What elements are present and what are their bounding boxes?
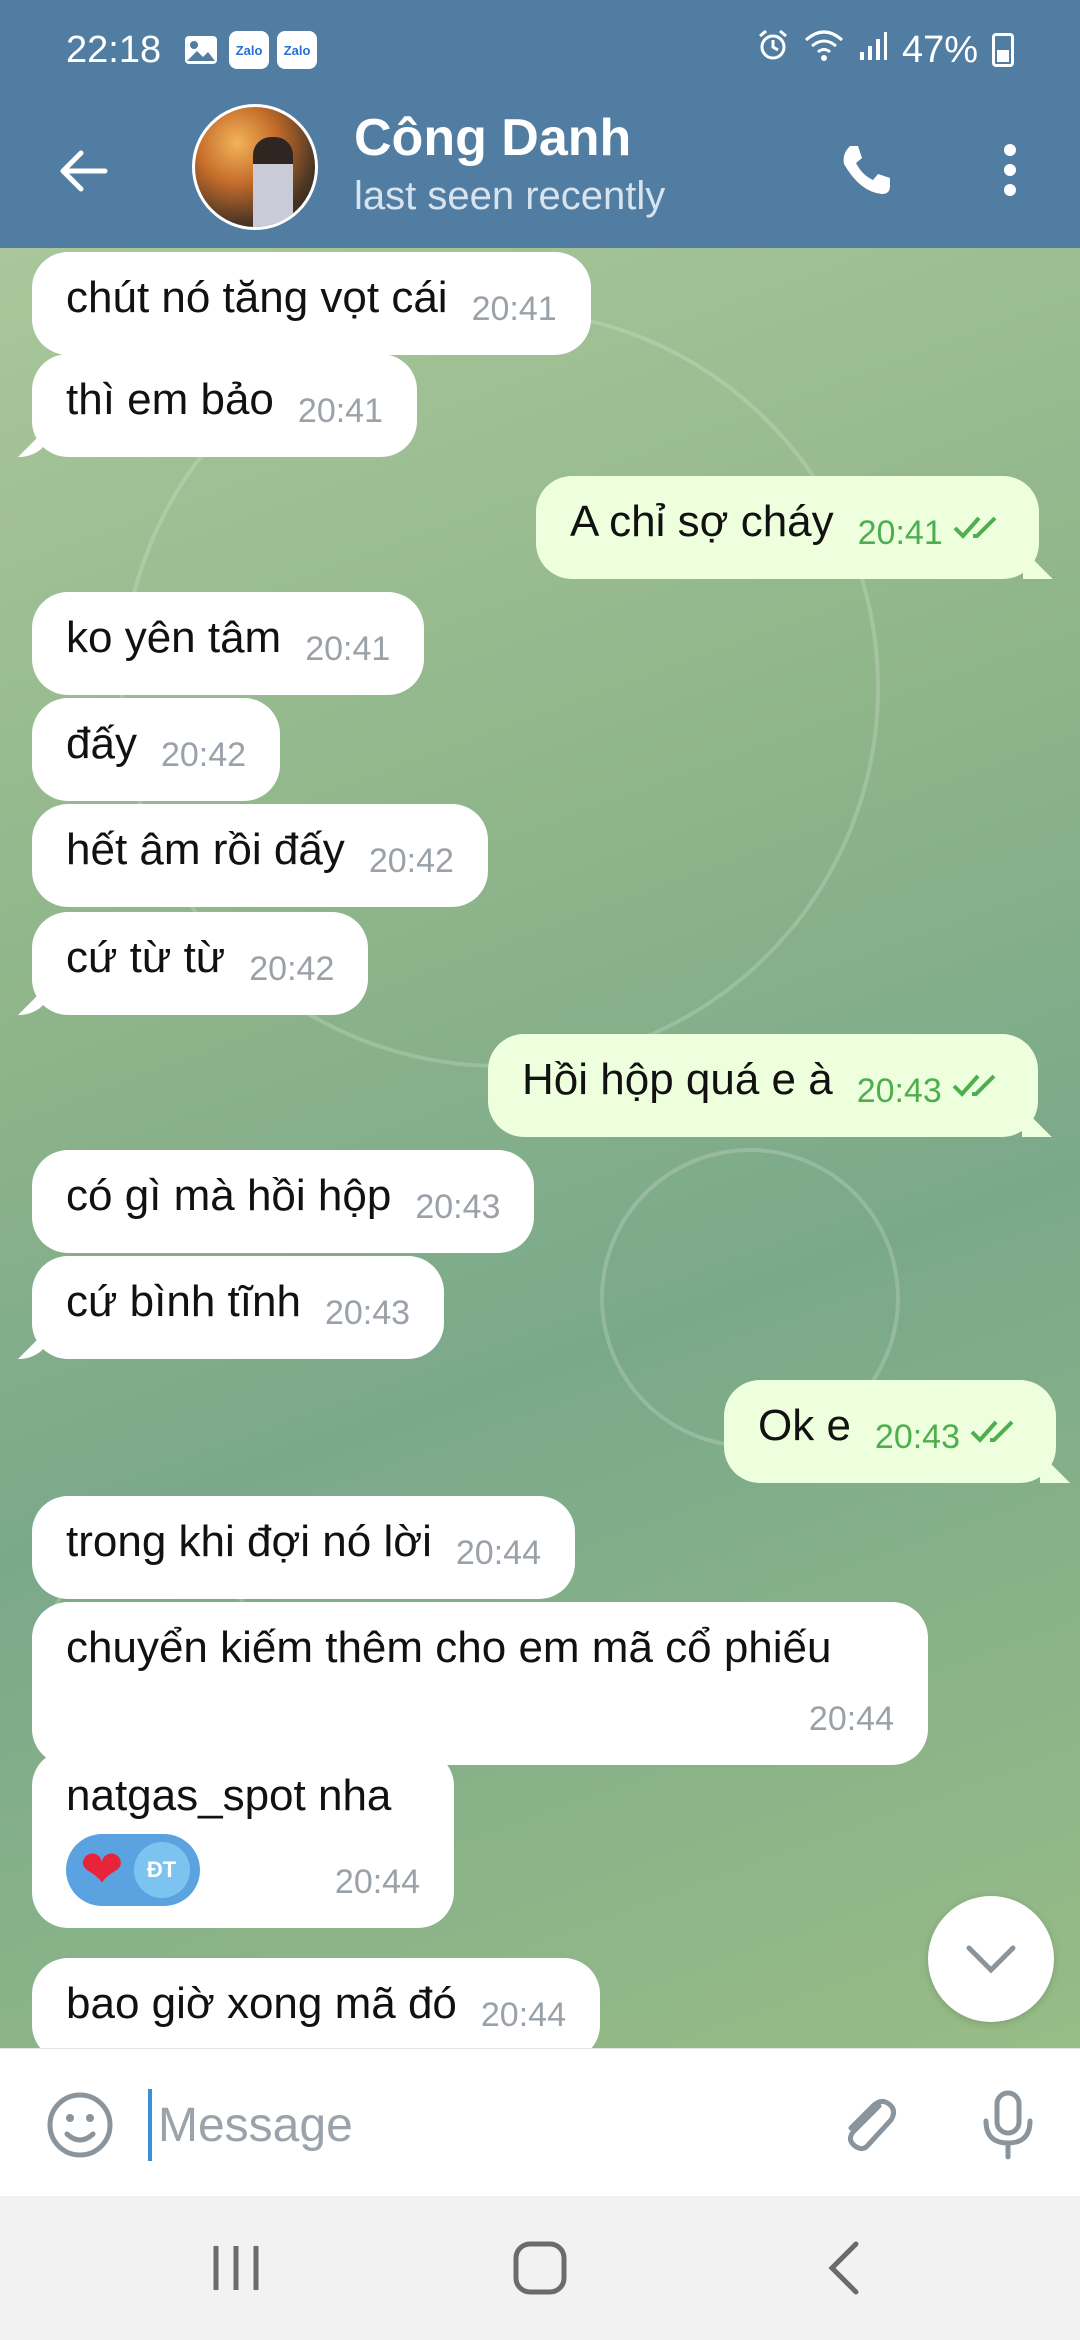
message-text: bao giờ xong mã đó: [66, 1979, 457, 2028]
message-text: cứ từ từ: [66, 933, 226, 982]
chat-header: Công Danh last seen recently: [0, 100, 1080, 248]
scroll-to-bottom-button[interactable]: [928, 1896, 1054, 2022]
message-time: 20:42: [249, 950, 335, 988]
message-time: 20:44: [480, 1996, 566, 2034]
message-text: thì em bảo: [66, 375, 274, 424]
message-time: 20:43: [874, 1418, 961, 1456]
message-text: hết âm rồi đấy: [66, 825, 345, 874]
message-bubble-incoming[interactable]: hết âm rồi đấy 20:42: [32, 804, 488, 907]
reactor-avatar: ĐT: [133, 1842, 190, 1898]
message-bubble-incoming[interactable]: bao giờ xong mã đó 20:44: [32, 1958, 600, 2048]
message-time: 20:44: [334, 1863, 420, 1901]
reaction-badge[interactable]: ❤ ĐT: [66, 1834, 200, 1906]
image-icon: [183, 32, 219, 68]
message-bubble-incoming[interactable]: đấy 20:42: [32, 698, 281, 801]
message-bubble-incoming[interactable]: natgas_spot nha ❤ ĐT 20:44: [32, 1750, 454, 1928]
message-text: natgas_spot nha: [66, 1771, 392, 1820]
message-text: cứ bình tĩnh: [66, 1277, 301, 1326]
message-time: 20:43: [856, 1072, 942, 1110]
phone-icon: [843, 146, 890, 194]
system-nav-bar: [0, 2196, 1080, 2340]
message-text: có gì mà hồi hộp: [66, 1171, 392, 1220]
message-bubble-outgoing[interactable]: Hồi hộp quá e à 20:43: [488, 1034, 1038, 1137]
message-text: đấy: [66, 719, 137, 768]
message-text: chuyển kiếm thêm cho em mã cổ phiếu: [66, 1623, 832, 1672]
message-bubble-incoming[interactable]: ko yên tâm 20:41: [32, 592, 425, 695]
message-time: 20:42: [368, 842, 454, 880]
message-time: 20:41: [305, 630, 391, 668]
message-text: ko yên tâm: [66, 613, 282, 662]
top-bar: 22:18 Zalo Zalo 47% Công Danh last seen …: [0, 0, 1080, 248]
avatar[interactable]: [192, 104, 318, 230]
message-bubble-outgoing[interactable]: Ok e 20:43: [724, 1380, 1057, 1483]
message-time: 20:41: [471, 290, 557, 328]
double-check-icon: [953, 498, 1005, 558]
message-bubble-incoming[interactable]: cứ từ từ 20:42: [32, 912, 369, 1015]
attach-button[interactable]: [828, 2085, 908, 2165]
call-button[interactable]: [826, 130, 906, 210]
message-text: trong khi đợi nó lời: [66, 1517, 432, 1566]
message-text: A chỉ sợ cháy: [570, 497, 834, 546]
battery-percent: 47%: [901, 28, 978, 71]
arrow-left-icon: [60, 150, 108, 192]
back-icon: [828, 2241, 859, 2295]
message-bubble-outgoing[interactable]: A chỉ sợ cháy 20:41: [536, 476, 1039, 579]
contact-status: last seen recently: [354, 174, 666, 218]
message-bubble-incoming[interactable]: thì em bảo 20:41: [32, 354, 417, 457]
message-bubble-incoming[interactable]: chuyển kiếm thêm cho em mã cổ phiếu 20:4…: [32, 1602, 928, 1765]
message-input[interactable]: [148, 2089, 788, 2161]
more-menu-button[interactable]: [980, 130, 1040, 210]
alarm-icon: [756, 28, 790, 72]
double-check-icon: [970, 1402, 1022, 1462]
message-text: Ok e: [758, 1401, 851, 1450]
home-icon: [513, 2241, 567, 2295]
message-composer: [0, 2048, 1080, 2196]
voice-message-button[interactable]: [968, 2085, 1048, 2165]
battery-icon: [992, 33, 1014, 67]
microphone-icon: [983, 2090, 1033, 2160]
message-bubble-incoming[interactable]: cứ bình tĩnh 20:43: [32, 1256, 445, 1359]
message-time: 20:44: [455, 1534, 541, 1572]
message-time: 20:43: [415, 1188, 501, 1226]
message-text: chút nó tăng vọt cái: [66, 273, 448, 322]
recents-icon: [213, 2246, 259, 2290]
back-button[interactable]: [48, 136, 118, 206]
emoji-button[interactable]: [44, 2089, 116, 2161]
status-right: 47%: [756, 28, 1014, 72]
message-bubble-incoming[interactable]: trong khi đợi nó lời 20:44: [32, 1496, 575, 1599]
wifi-icon: [804, 28, 844, 72]
message-time: 20:43: [324, 1294, 411, 1332]
heart-reaction-icon: ❤: [80, 1841, 124, 1899]
signal-icon: [858, 29, 888, 72]
message-time: 20:41: [857, 514, 943, 552]
status-bar: 22:18 Zalo Zalo 47%: [0, 0, 1080, 100]
recents-button[interactable]: [206, 2240, 266, 2296]
back-nav-button[interactable]: [818, 2236, 868, 2300]
home-button[interactable]: [508, 2236, 572, 2300]
double-check-icon: [952, 1056, 1004, 1116]
more-vertical-icon: [1004, 144, 1016, 196]
message-time: 20:44: [808, 1700, 894, 1738]
message-bubble-incoming[interactable]: chút nó tăng vọt cái 20:41: [32, 252, 591, 355]
zalo-icon: Zalo: [229, 31, 270, 69]
paperclip-icon: [847, 2098, 897, 2152]
message-time: 20:42: [160, 736, 247, 774]
chevron-down-icon: [966, 1945, 1016, 1974]
message-text: Hồi hộp quá e à: [522, 1055, 833, 1104]
message-bubble-incoming[interactable]: có gì mà hồi hộp 20:43: [32, 1150, 535, 1253]
message-time: 20:41: [297, 392, 383, 430]
status-time: 22:18: [66, 28, 162, 71]
chat-area[interactable]: chút nó tăng vọt cái 20:41 thì em bảo 20:4…: [0, 248, 1080, 2048]
contact-name[interactable]: Công Danh: [354, 108, 631, 168]
zalo-icon: Zalo: [277, 31, 318, 69]
smile-icon: [47, 2092, 113, 2158]
